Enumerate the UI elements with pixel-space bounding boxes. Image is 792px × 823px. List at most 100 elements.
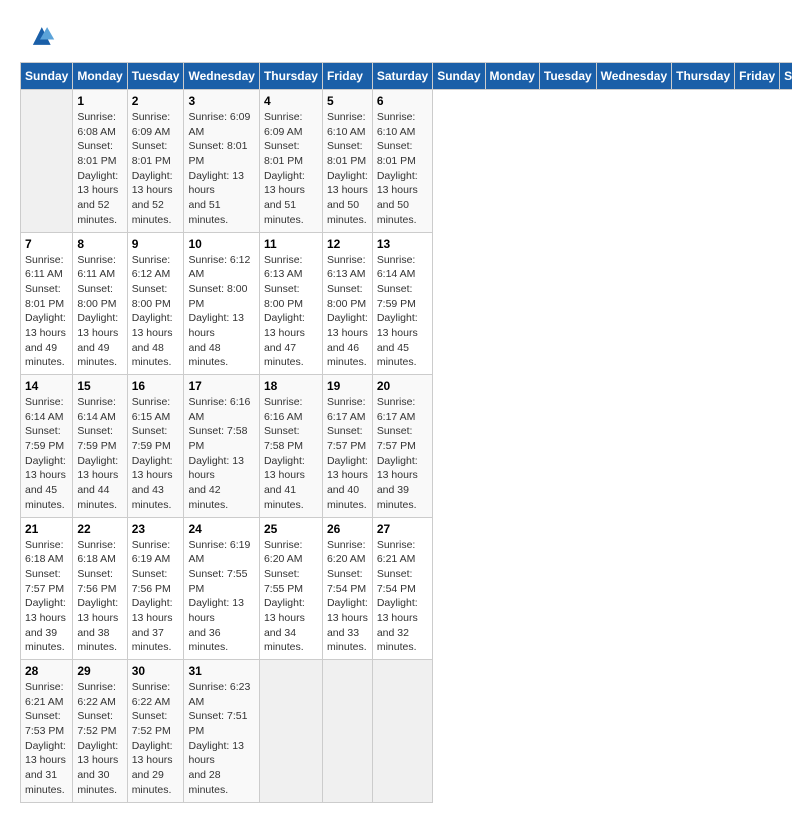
calendar-cell: 16Sunrise: 6:15 AMSunset: 7:59 PMDayligh… <box>127 375 184 518</box>
calendar-cell: 10Sunrise: 6:12 AMSunset: 8:00 PMDayligh… <box>184 232 259 375</box>
day-number: 21 <box>25 522 68 536</box>
col-wednesday: Wednesday <box>184 63 259 90</box>
day-info: Sunrise: 6:21 AMSunset: 7:53 PMDaylight:… <box>25 680 68 798</box>
day-number: 29 <box>77 664 122 678</box>
day-info: Sunrise: 6:12 AMSunset: 8:00 PMDaylight:… <box>188 253 254 371</box>
calendar-cell: 29 Sunrise: 6:22 AMSunset: 7:52 PMDayligh… <box>73 660 127 803</box>
col-header-sunday: Sunday <box>433 63 485 90</box>
calendar-week-row: 7Sunrise: 6:11 AMSunset: 8:01 PMDaylight… <box>21 232 792 375</box>
col-saturday: Saturday <box>372 63 432 90</box>
calendar-cell: 31Sunrise: 6:23 AMSunset: 7:51 PMDayligh… <box>184 660 259 803</box>
day-info: Sunrise: 6:10 AMSunset: 8:01 PMDaylight:… <box>327 110 368 228</box>
calendar-cell: 12 Sunrise: 6:13 AMSunset: 8:00 PMDayligh… <box>322 232 372 375</box>
calendar-cell: 26 Sunrise: 6:20 AMSunset: 7:54 PMDayligh… <box>322 517 372 660</box>
logo <box>20 20 56 52</box>
day-info: Sunrise: 6:15 AMSunset: 7:59 PMDaylight:… <box>132 395 180 513</box>
day-number: 15 <box>77 379 122 393</box>
day-number: 24 <box>188 522 254 536</box>
calendar-cell: 4 Sunrise: 6:09 AMSunset: 8:01 PMDaylight… <box>259 90 322 233</box>
day-info: Sunrise: 6:19 AMSunset: 7:55 PMDaylight:… <box>188 538 254 656</box>
col-header-friday: Friday <box>735 63 780 90</box>
day-number: 8 <box>77 237 122 251</box>
col-header-saturday: Saturday <box>780 63 792 90</box>
col-thursday: Thursday <box>259 63 322 90</box>
calendar-week-row: 28 Sunrise: 6:21 AMSunset: 7:53 PMDayligh… <box>21 660 792 803</box>
logo-icon <box>24 20 56 52</box>
day-info: Sunrise: 6:14 AMSunset: 7:59 PMDaylight:… <box>77 395 122 513</box>
col-header-tuesday: Tuesday <box>539 63 596 90</box>
day-number: 9 <box>132 237 180 251</box>
calendar-cell: 23 Sunrise: 6:19 AMSunset: 7:56 PMDayligh… <box>127 517 184 660</box>
calendar-cell: 9Sunrise: 6:12 AMSunset: 8:00 PMDaylight… <box>127 232 184 375</box>
day-number: 1 <box>77 94 122 108</box>
day-number: 18 <box>264 379 318 393</box>
day-info: Sunrise: 6:17 AMSunset: 7:57 PMDaylight:… <box>377 395 428 513</box>
day-number: 27 <box>377 522 428 536</box>
calendar-cell: 24 Sunrise: 6:19 AMSunset: 7:55 PMDayligh… <box>184 517 259 660</box>
calendar-cell: 22Sunrise: 6:18 AMSunset: 7:56 PMDayligh… <box>73 517 127 660</box>
day-info: Sunrise: 6:16 AMSunset: 7:58 PMDaylight:… <box>264 395 318 513</box>
day-number: 30 <box>132 664 180 678</box>
day-info: Sunrise: 6:11 AMSunset: 8:01 PMDaylight:… <box>25 253 68 371</box>
day-number: 23 <box>132 522 180 536</box>
day-number: 11 <box>264 237 318 251</box>
day-info: Sunrise: 6:20 AMSunset: 7:54 PMDaylight:… <box>327 538 368 656</box>
calendar-cell: 5 Sunrise: 6:10 AMSunset: 8:01 PMDaylight… <box>322 90 372 233</box>
day-info: Sunrise: 6:19 AMSunset: 7:56 PMDaylight:… <box>132 538 180 656</box>
day-number: 26 <box>327 522 368 536</box>
calendar-cell <box>259 660 322 803</box>
day-number: 4 <box>264 94 318 108</box>
page-header <box>20 20 772 52</box>
col-header-wednesday: Wednesday <box>596 63 671 90</box>
day-info: Sunrise: 6:08 AMSunset: 8:01 PMDaylight:… <box>77 110 122 228</box>
calendar-week-row: 1 Sunrise: 6:08 AMSunset: 8:01 PMDaylight… <box>21 90 792 233</box>
calendar-cell <box>21 90 73 233</box>
day-info: Sunrise: 6:22 AMSunset: 7:52 PMDaylight:… <box>132 680 180 798</box>
day-info: Sunrise: 6:09 AMSunset: 8:01 PMDaylight:… <box>188 110 254 228</box>
calendar-cell: 2Sunrise: 6:09 AMSunset: 8:01 PMDaylight… <box>127 90 184 233</box>
day-number: 13 <box>377 237 428 251</box>
day-info: Sunrise: 6:22 AMSunset: 7:52 PMDaylight:… <box>77 680 122 798</box>
day-info: Sunrise: 6:13 AMSunset: 8:00 PMDaylight:… <box>264 253 318 371</box>
day-number: 5 <box>327 94 368 108</box>
day-info: Sunrise: 6:18 AMSunset: 7:57 PMDaylight:… <box>25 538 68 656</box>
day-number: 12 <box>327 237 368 251</box>
day-info: Sunrise: 6:14 AMSunset: 7:59 PMDaylight:… <box>25 395 68 513</box>
day-info: Sunrise: 6:09 AMSunset: 8:01 PMDaylight:… <box>132 110 180 228</box>
calendar-cell: 25 Sunrise: 6:20 AMSunset: 7:55 PMDayligh… <box>259 517 322 660</box>
calendar-header-row: SundayMondayTuesdayWednesdayThursdayFrid… <box>21 63 792 90</box>
calendar-cell: 21 Sunrise: 6:18 AMSunset: 7:57 PMDayligh… <box>21 517 73 660</box>
calendar-cell: 7Sunrise: 6:11 AMSunset: 8:01 PMDaylight… <box>21 232 73 375</box>
calendar-week-row: 14Sunrise: 6:14 AMSunset: 7:59 PMDayligh… <box>21 375 792 518</box>
calendar-cell: 28 Sunrise: 6:21 AMSunset: 7:53 PMDayligh… <box>21 660 73 803</box>
day-number: 28 <box>25 664 68 678</box>
calendar-cell: 27 Sunrise: 6:21 AMSunset: 7:54 PMDayligh… <box>372 517 432 660</box>
col-friday: Friday <box>322 63 372 90</box>
day-number: 19 <box>327 379 368 393</box>
day-info: Sunrise: 6:21 AMSunset: 7:54 PMDaylight:… <box>377 538 428 656</box>
calendar-cell: 11 Sunrise: 6:13 AMSunset: 8:00 PMDayligh… <box>259 232 322 375</box>
calendar-cell: 6 Sunrise: 6:10 AMSunset: 8:01 PMDaylight… <box>372 90 432 233</box>
day-number: 25 <box>264 522 318 536</box>
calendar-cell: 3 Sunrise: 6:09 AMSunset: 8:01 PMDaylight… <box>184 90 259 233</box>
day-number: 22 <box>77 522 122 536</box>
calendar-week-row: 21 Sunrise: 6:18 AMSunset: 7:57 PMDayligh… <box>21 517 792 660</box>
day-info: Sunrise: 6:09 AMSunset: 8:01 PMDaylight:… <box>264 110 318 228</box>
day-info: Sunrise: 6:10 AMSunset: 8:01 PMDaylight:… <box>377 110 428 228</box>
col-sunday: Sunday <box>21 63 73 90</box>
calendar-cell: 8Sunrise: 6:11 AMSunset: 8:00 PMDaylight… <box>73 232 127 375</box>
day-number: 3 <box>188 94 254 108</box>
day-info: Sunrise: 6:17 AMSunset: 7:57 PMDaylight:… <box>327 395 368 513</box>
day-number: 20 <box>377 379 428 393</box>
day-info: Sunrise: 6:13 AMSunset: 8:00 PMDaylight:… <box>327 253 368 371</box>
calendar-table: SundayMondayTuesdayWednesdayThursdayFrid… <box>20 62 792 803</box>
day-info: Sunrise: 6:20 AMSunset: 7:55 PMDaylight:… <box>264 538 318 656</box>
calendar-cell: 17 Sunrise: 6:16 AMSunset: 7:58 PMDayligh… <box>184 375 259 518</box>
calendar-cell: 30 Sunrise: 6:22 AMSunset: 7:52 PMDayligh… <box>127 660 184 803</box>
calendar-cell: 14Sunrise: 6:14 AMSunset: 7:59 PMDayligh… <box>21 375 73 518</box>
calendar-cell: 1 Sunrise: 6:08 AMSunset: 8:01 PMDaylight… <box>73 90 127 233</box>
calendar-cell <box>372 660 432 803</box>
day-number: 6 <box>377 94 428 108</box>
day-info: Sunrise: 6:16 AMSunset: 7:58 PMDaylight:… <box>188 395 254 513</box>
day-number: 17 <box>188 379 254 393</box>
